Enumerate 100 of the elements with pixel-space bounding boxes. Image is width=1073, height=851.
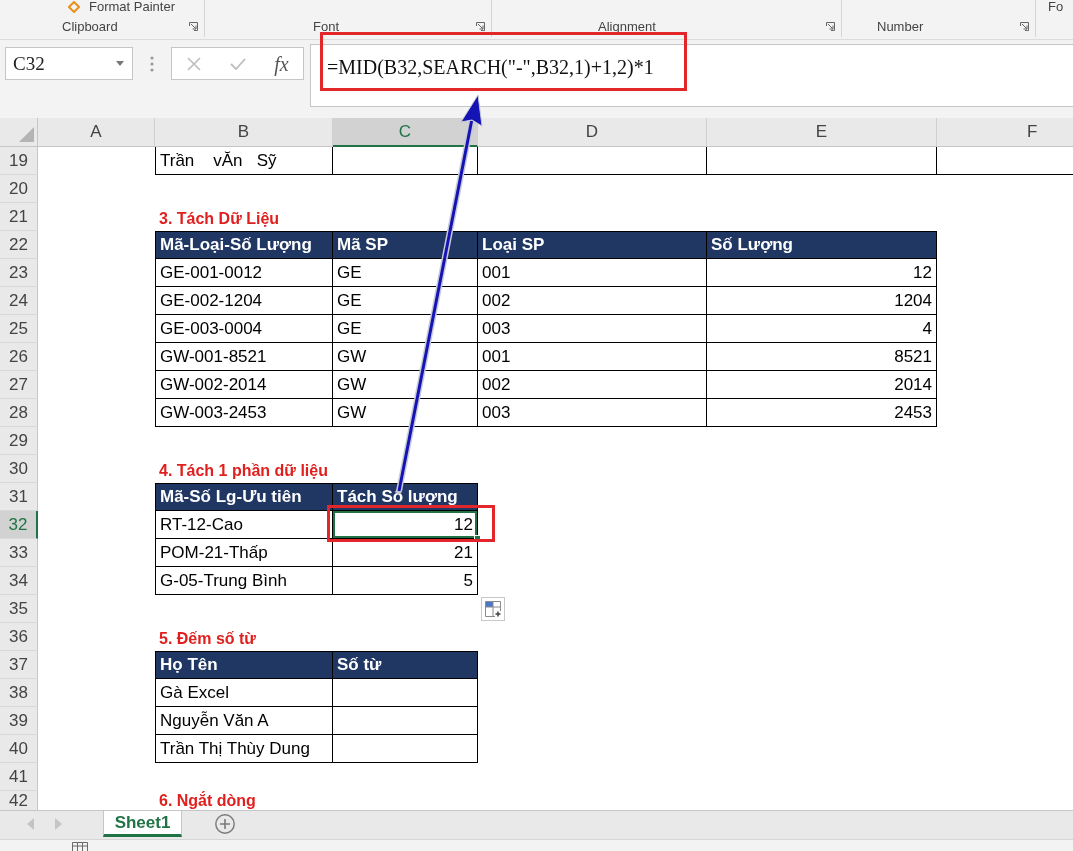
dialog-launcher-icon[interactable]: [189, 21, 198, 31]
column-header[interactable]: C: [333, 118, 478, 147]
row-header[interactable]: 27: [0, 371, 38, 399]
table-cell[interactable]: GE-003-0004: [155, 315, 333, 343]
dialog-launcher-icon[interactable]: [1020, 21, 1029, 31]
table-cell[interactable]: GW-001-8521: [155, 343, 333, 371]
diamond-icon: [68, 1, 80, 13]
insert-function-button[interactable]: fx: [274, 52, 289, 75]
row-header[interactable]: 19: [0, 147, 38, 175]
group-label: Number: [877, 18, 924, 34]
table-cell[interactable]: 001: [478, 343, 707, 371]
row-header[interactable]: 30: [0, 455, 38, 483]
caret-icon[interactable]: [116, 61, 124, 66]
table-cell[interactable]: [333, 735, 478, 763]
table-cell[interactable]: 003: [478, 315, 707, 343]
table-cell[interactable]: 12: [333, 511, 478, 539]
table-cell[interactable]: Nguyễn Văn A: [155, 707, 333, 735]
check-icon[interactable]: [230, 57, 246, 70]
table-cell[interactable]: GE-001-0012: [155, 259, 333, 287]
column-header[interactable]: E: [707, 118, 937, 147]
header-cell[interactable]: Số Lượng: [707, 231, 937, 259]
row-header[interactable]: 34: [0, 567, 38, 595]
format-painter-button[interactable]: Format Painter: [68, 0, 175, 14]
ribbon-button[interactable]: Fo: [1048, 0, 1064, 14]
table-cell[interactable]: GW: [333, 343, 478, 371]
table-cell[interactable]: 4: [707, 315, 937, 343]
table-cell[interactable]: GW: [333, 399, 478, 427]
table-cell[interactable]: 003: [478, 399, 707, 427]
row-header[interactable]: 29: [0, 427, 38, 455]
row-header[interactable]: 39: [0, 707, 38, 735]
row-header[interactable]: 41: [0, 763, 38, 791]
column-header[interactable]: D: [478, 118, 707, 147]
row-header[interactable]: 37: [0, 651, 38, 679]
more-icon[interactable]: [150, 56, 154, 72]
table-cell[interactable]: GE: [333, 259, 478, 287]
sheet-icon[interactable]: [72, 842, 88, 851]
header-cell[interactable]: Loại SP: [478, 231, 707, 259]
table-cell[interactable]: G-05-Trung Bình: [155, 567, 333, 595]
table-cell[interactable]: 12: [707, 259, 937, 287]
group-label: Alignment: [598, 18, 656, 34]
table-cell[interactable]: [478, 147, 707, 175]
row-header[interactable]: 40: [0, 735, 38, 763]
group-label: Font: [313, 18, 339, 34]
table-cell[interactable]: GE: [333, 287, 478, 315]
table-cell[interactable]: 002: [478, 371, 707, 399]
table-cell[interactable]: 001: [478, 259, 707, 287]
header-cell[interactable]: Họ Tên: [155, 651, 333, 679]
table-cell[interactable]: GW: [333, 371, 478, 399]
table-cell[interactable]: 002: [478, 287, 707, 315]
row-header[interactable]: 25: [0, 315, 38, 343]
column-header[interactable]: B: [155, 118, 333, 147]
table-cell[interactable]: [333, 679, 478, 707]
row-header[interactable]: 23: [0, 259, 38, 287]
row-header[interactable]: 38: [0, 679, 38, 707]
row-header[interactable]: 33: [0, 539, 38, 567]
section-title: 3. Tách Dữ Liệu: [159, 209, 280, 229]
table-cell[interactable]: 2453: [707, 399, 937, 427]
table-cell[interactable]: Gà Excel: [155, 679, 333, 707]
table-cell[interactable]: GW-002-2014: [155, 371, 333, 399]
plus-circle-icon[interactable]: [215, 814, 235, 834]
row-header[interactable]: 28: [0, 399, 38, 427]
table-cell[interactable]: GE-002-1204: [155, 287, 333, 315]
name-box[interactable]: C32: [5, 47, 133, 80]
column-header[interactable]: A: [38, 118, 155, 147]
table-cell[interactable]: 21: [333, 539, 478, 567]
table-cell[interactable]: GE: [333, 315, 478, 343]
column-header[interactable]: F: [937, 118, 1073, 147]
formula-field[interactable]: =MID(B32,SEARCH("-",B32,1)+1,2)*1: [310, 44, 1073, 107]
section-title: 5. Đếm số từ: [159, 629, 256, 649]
table-cell[interactable]: [707, 147, 937, 175]
table-cell[interactable]: GW-003-2453: [155, 399, 333, 427]
dialog-launcher-icon[interactable]: [476, 21, 485, 31]
table-cell[interactable]: POM-21-Thấp: [155, 539, 333, 567]
table-cell[interactable]: 8521: [707, 343, 937, 371]
table-cell[interactable]: Trần vĂn Sỹ: [155, 147, 333, 175]
table-cell[interactable]: [333, 147, 478, 175]
header-cell[interactable]: Mã SP: [333, 231, 478, 259]
row-header[interactable]: 32: [0, 511, 38, 539]
table-cell[interactable]: Trần Thị Thùy Dung: [155, 735, 333, 763]
table-cell[interactable]: 2014: [707, 371, 937, 399]
row-header[interactable]: 21: [0, 203, 38, 231]
header-cell[interactable]: Mã-Số Lg-Ưu tiên: [155, 483, 333, 511]
table-cell[interactable]: 1204: [707, 287, 937, 315]
row-header[interactable]: 42: [0, 791, 38, 810]
dialog-launcher-icon[interactable]: [826, 21, 835, 31]
header-cell[interactable]: Mã-Loại-Số Lượng: [155, 231, 333, 259]
table-cell[interactable]: RT-12-Cao: [155, 511, 333, 539]
group-label: Clipboard: [62, 18, 118, 34]
row-header[interactable]: 36: [0, 623, 38, 651]
header-cell[interactable]: Số từ: [333, 651, 478, 679]
row-header[interactable]: 22: [0, 231, 38, 259]
row-header[interactable]: 24: [0, 287, 38, 315]
row-header[interactable]: 20: [0, 175, 38, 203]
table-cell[interactable]: 5: [333, 567, 478, 595]
section-title: 4. Tách 1 phần dữ liệu: [159, 461, 328, 481]
table-cell[interactable]: [333, 707, 478, 735]
row-header[interactable]: 31: [0, 483, 38, 511]
row-header[interactable]: 26: [0, 343, 38, 371]
row-header[interactable]: 35: [0, 595, 38, 623]
sheet-tab[interactable]: Sheet1: [103, 811, 182, 837]
